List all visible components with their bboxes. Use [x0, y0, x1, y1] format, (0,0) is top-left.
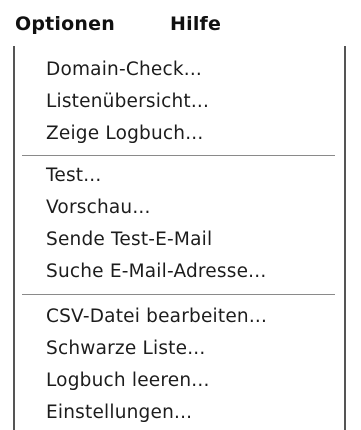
menu-item-listenuebersicht[interactable]: Listenübersicht...	[46, 89, 209, 115]
menu-hilfe[interactable]: Hilfe	[170, 12, 221, 36]
menu-item-vorschau[interactable]: Vorschau...	[46, 195, 151, 221]
menu-item-sende-test-email[interactable]: Sende Test-E-Mail	[46, 227, 212, 253]
menu-separator	[22, 155, 335, 157]
menu-optionen[interactable]: Optionen	[15, 12, 115, 36]
menu-item-logbuch-leeren[interactable]: Logbuch leeren...	[46, 368, 210, 394]
menu-item-suche-email-adresse[interactable]: Suche E-Mail-Adresse...	[46, 259, 266, 285]
menu-item-einstellungen[interactable]: Einstellungen...	[46, 400, 192, 426]
menu-bar: Optionen Hilfe	[0, 0, 361, 46]
menu-item-zeige-logbuch[interactable]: Zeige Logbuch...	[46, 121, 203, 147]
menu-item-domain-check[interactable]: Domain-Check...	[46, 57, 202, 83]
optionen-dropdown-menu: Domain-Check... Listenübersicht... Zeige…	[13, 46, 346, 430]
menu-item-test[interactable]: Test...	[46, 163, 101, 189]
menu-item-csv-datei-bearbeiten[interactable]: CSV-Datei bearbeiten...	[46, 304, 267, 330]
application-window: Optionen Hilfe Domain-Check... Listenübe…	[0, 0, 361, 430]
menu-separator	[22, 294, 335, 296]
menu-item-schwarze-liste[interactable]: Schwarze Liste...	[46, 336, 205, 362]
